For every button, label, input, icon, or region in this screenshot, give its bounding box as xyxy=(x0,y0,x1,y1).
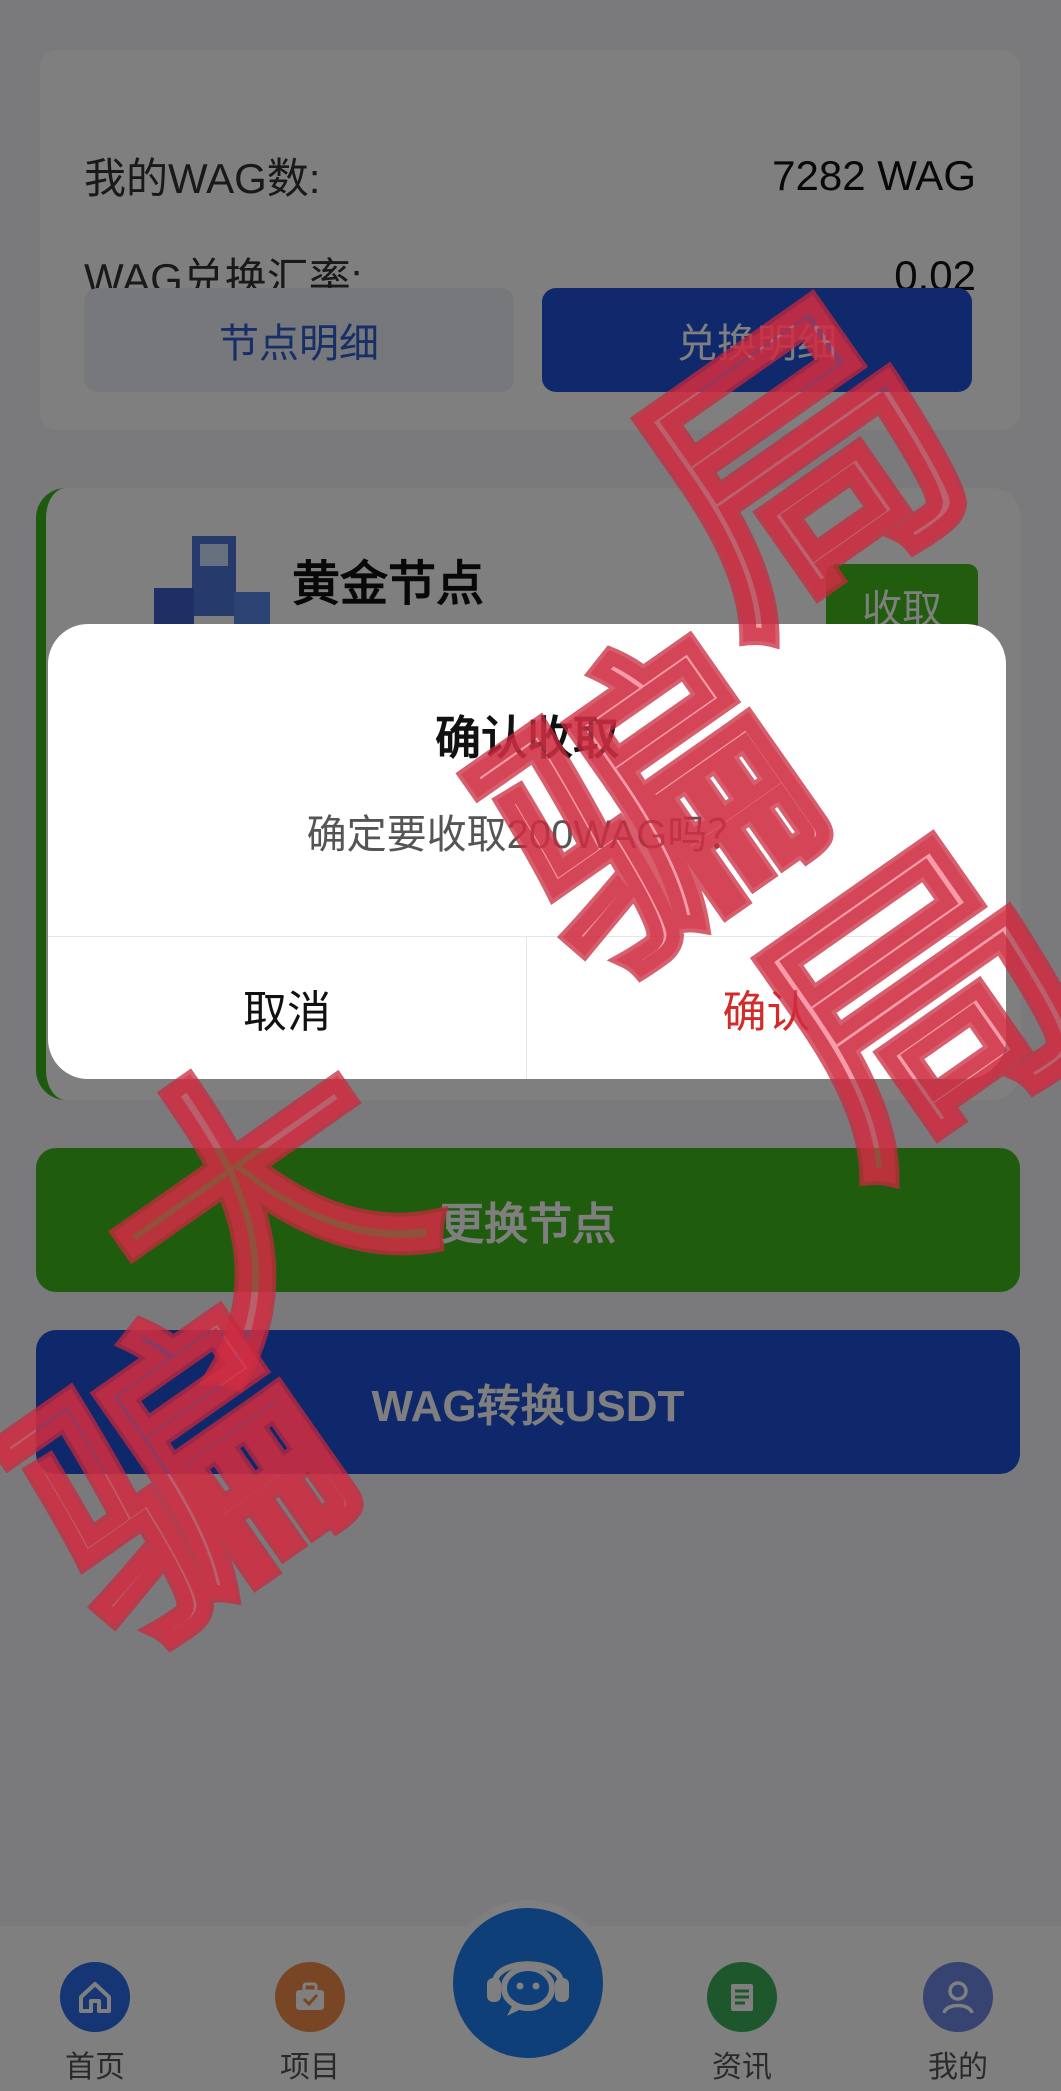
confirm-dialog: 确认收取 确定要收取200WAG吗？ 取消 确认 xyxy=(48,624,1006,1079)
dialog-message: 确定要收取200WAG吗？ xyxy=(306,813,748,857)
cancel-button[interactable]: 取消 xyxy=(48,936,526,1079)
confirm-button[interactable]: 确认 xyxy=(527,936,1006,1079)
dialog-title: 确认收取 xyxy=(435,712,619,764)
